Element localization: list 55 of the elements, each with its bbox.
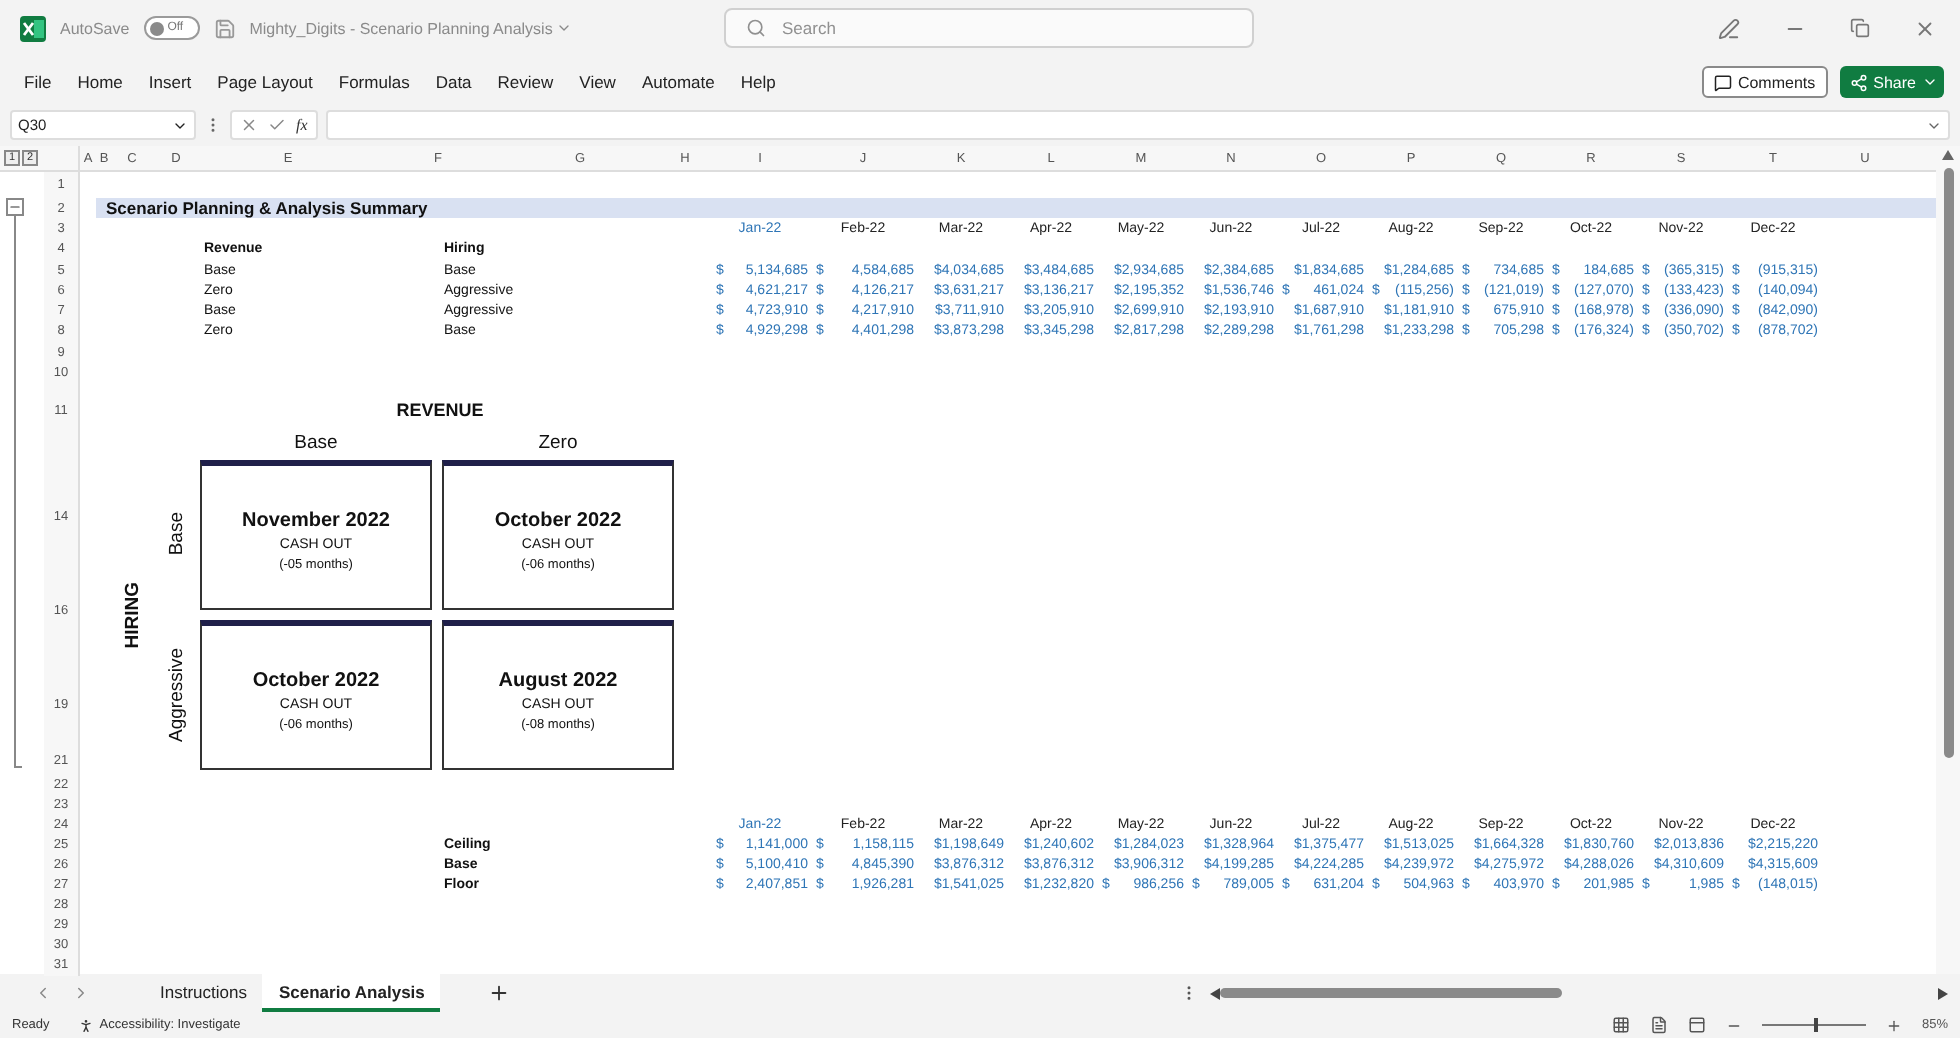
matrix-column-header: Base: [292, 431, 340, 456]
cash-out-date: August 2022: [498, 669, 618, 692]
menu-item[interactable]: Automate: [641, 72, 715, 92]
comments-button[interactable]: Comments: [1701, 66, 1828, 98]
menu-item[interactable]: Formulas: [338, 72, 410, 92]
comment-icon: [1713, 73, 1732, 91]
caret-icon[interactable]: [556, 20, 573, 36]
cash-out-date: October 2022: [252, 669, 380, 692]
matrix-axis-label: HIRING: [121, 581, 143, 648]
page-break-icon[interactable]: [1687, 1016, 1706, 1034]
close-icon[interactable]: [1914, 17, 1936, 39]
menu-item[interactable]: Review: [497, 72, 554, 92]
horizontal-scrollbar[interactable]: [1210, 987, 1948, 999]
vertical-scrollbar[interactable]: [1936, 146, 1960, 974]
sheet-tab[interactable]: Instructions: [144, 974, 263, 1012]
pen-icon[interactable]: [1718, 17, 1740, 39]
scroll-right-icon[interactable]: [1938, 987, 1948, 999]
menu-item[interactable]: File: [24, 72, 52, 92]
menu-item[interactable]: Page Layout: [217, 72, 313, 92]
plus-icon: [488, 982, 511, 1004]
enter-icon[interactable]: [268, 116, 286, 134]
sheet-title: Scenario Planning & Analysis Summary: [106, 198, 428, 219]
zoom-in-icon[interactable]: [1885, 1017, 1902, 1033]
share-icon: [1849, 73, 1868, 91]
menu-item[interactable]: Insert: [148, 72, 192, 92]
accessibility-icon: [77, 1017, 94, 1033]
restore-icon[interactable]: [1850, 18, 1870, 38]
caret-icon: [1922, 74, 1938, 90]
insert-function-button[interactable]: fx: [296, 116, 308, 134]
matrix-title: REVENUE: [394, 399, 486, 424]
save-icon[interactable]: [213, 17, 236, 39]
cancel-icon[interactable]: [240, 116, 258, 134]
search-icon: [746, 18, 766, 38]
menu-item[interactable]: Data: [435, 72, 472, 92]
matrix-row-header: Aggressive: [165, 647, 187, 742]
cash-out-date: October 2022: [494, 509, 622, 532]
normal-view-icon[interactable]: [1611, 1016, 1630, 1034]
collapse-button[interactable]: [6, 198, 24, 216]
menu-item[interactable]: View: [579, 72, 616, 92]
menu-item[interactable]: Home: [77, 72, 123, 92]
share-button[interactable]: Share: [1839, 66, 1944, 98]
chevron-right-icon: [72, 984, 90, 1002]
page-layout-icon[interactable]: [1649, 1016, 1668, 1034]
matrix-column-header: Zero: [536, 431, 580, 456]
formula-input[interactable]: [325, 110, 1950, 140]
menu-item[interactable]: Help: [740, 72, 776, 92]
add-sheet-button[interactable]: [488, 982, 511, 1004]
excel-logo-icon: [20, 15, 46, 41]
minus-icon: [8, 200, 22, 214]
autosave-label: AutoSave: [60, 19, 130, 37]
sheet-tab[interactable]: Scenario Analysis: [262, 974, 441, 1012]
matrix-row-header: Base: [165, 512, 187, 556]
chevron-left-icon: [34, 984, 52, 1002]
scroll-up-icon[interactable]: [1942, 150, 1954, 160]
cash-out-date: November 2022: [242, 509, 390, 532]
